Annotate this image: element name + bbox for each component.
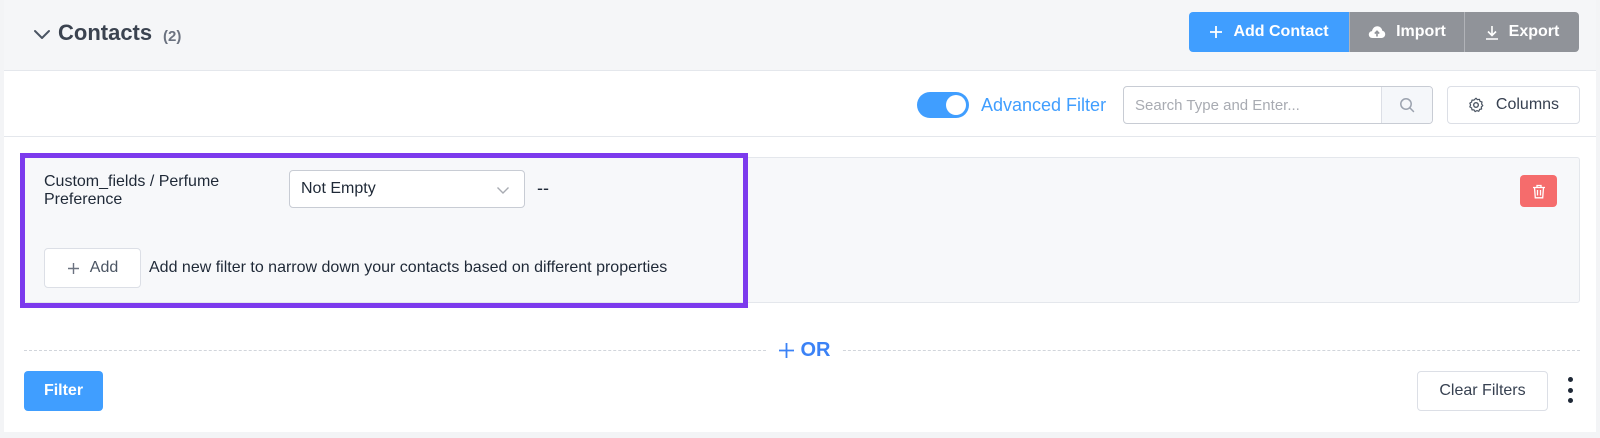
contacts-count: (2) bbox=[163, 28, 182, 45]
add-contact-label: Add Contact bbox=[1233, 23, 1329, 40]
plus-icon bbox=[1210, 26, 1223, 38]
operator-select[interactable]: Not Empty bbox=[289, 170, 525, 208]
add-filter-button[interactable]: Add bbox=[44, 248, 141, 288]
clear-filters-button[interactable]: Clear Filters bbox=[1417, 371, 1548, 411]
filter-button[interactable]: Filter bbox=[24, 371, 103, 411]
search-icon bbox=[1400, 98, 1415, 113]
plus-icon bbox=[67, 262, 79, 274]
export-label: Export bbox=[1508, 23, 1560, 40]
delete-filter-group-button[interactable] bbox=[1520, 175, 1557, 207]
toggle-knob bbox=[946, 95, 966, 115]
more-dot bbox=[1567, 377, 1573, 382]
advanced-filter-label[interactable]: Advanced Filter bbox=[981, 95, 1106, 116]
add-filter-hint: Add new filter to narrow down your conta… bbox=[149, 259, 668, 276]
add-or-group-button[interactable]: OR bbox=[766, 337, 842, 363]
advanced-filter-toggle[interactable] bbox=[917, 92, 969, 118]
more-dot bbox=[1567, 398, 1573, 403]
plus-icon bbox=[778, 342, 794, 358]
operator-select-value: Not Empty bbox=[301, 180, 376, 197]
add-filter-label: Add bbox=[89, 259, 119, 276]
columns-label: Columns bbox=[1495, 96, 1560, 113]
add-contact-button[interactable]: Add Contact bbox=[1189, 12, 1349, 52]
cloud-upload-icon bbox=[1368, 26, 1386, 38]
divider bbox=[4, 136, 1596, 137]
contacts-header: Contacts (2) Add Contact Import Export bbox=[4, 0, 1596, 71]
import-button[interactable]: Import bbox=[1349, 12, 1464, 52]
filter-field-label: Custom_fields / Perfume Preference bbox=[44, 173, 220, 208]
filter-value: -- bbox=[537, 178, 549, 198]
or-label: OR bbox=[800, 338, 831, 361]
more-options-icon[interactable] bbox=[1566, 377, 1574, 403]
more-dot bbox=[1567, 387, 1573, 393]
chevron-down-icon bbox=[497, 187, 509, 194]
search-box bbox=[1123, 86, 1433, 124]
export-button[interactable]: Export bbox=[1464, 12, 1579, 52]
chevron-down-icon[interactable] bbox=[32, 24, 52, 44]
header-actions: Add Contact Import Export bbox=[1189, 12, 1579, 52]
trash-icon bbox=[1532, 184, 1545, 198]
columns-button[interactable]: Columns bbox=[1447, 86, 1580, 124]
page-title: Contacts bbox=[58, 20, 153, 45]
contacts-panel: Contacts (2) Add Contact Import Export A… bbox=[4, 0, 1596, 432]
search-input[interactable] bbox=[1124, 87, 1381, 123]
import-label: Import bbox=[1396, 23, 1446, 40]
search-button[interactable] bbox=[1381, 87, 1432, 123]
download-icon bbox=[1485, 25, 1498, 40]
gear-icon bbox=[1469, 97, 1484, 113]
